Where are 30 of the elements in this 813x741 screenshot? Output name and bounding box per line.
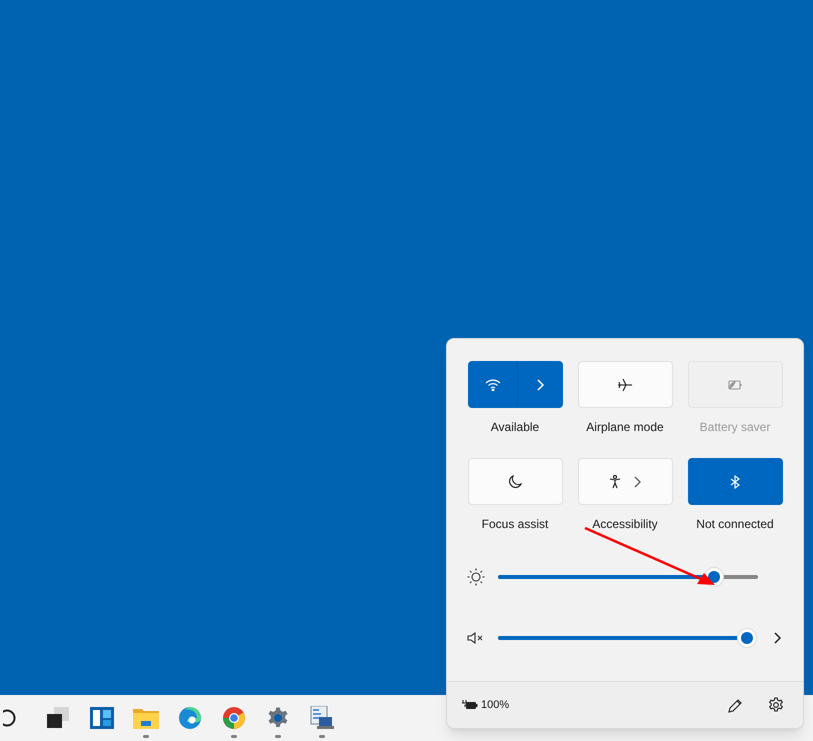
battery-icon (727, 380, 743, 390)
toggle-button[interactable] (688, 458, 782, 505)
pencil-icon (728, 698, 742, 712)
folder-icon (133, 707, 159, 729)
widgets-icon (90, 707, 114, 729)
task-view-icon (46, 707, 70, 729)
battery-percentage: 100% (481, 698, 510, 713)
search-icon (3, 708, 17, 728)
accessibility-icon (609, 474, 621, 488)
chevron-right-icon (773, 632, 782, 644)
tile-label: Accessibility (592, 516, 658, 533)
edge-browser-icon (178, 706, 202, 730)
chevron-right-icon (536, 378, 544, 390)
moon-icon (508, 474, 522, 488)
tile-label: Focus assist (482, 516, 548, 533)
settings-app-icon (266, 706, 290, 730)
chevron-right-icon (633, 476, 641, 488)
tile-label: Airplane mode (586, 419, 664, 436)
chrome-browser-icon (222, 706, 246, 730)
tile-label: Battery saver (700, 419, 770, 436)
slider-thumb[interactable] (737, 628, 758, 648)
airplane-icon (617, 378, 633, 392)
wifi-icon (484, 378, 500, 390)
battery-charging-icon (462, 699, 478, 711)
bluetooth-icon (730, 474, 740, 488)
settings-icon (768, 697, 784, 713)
brightness-icon (467, 568, 485, 586)
laptop-app-icon (310, 706, 334, 730)
tile-label: Available (490, 419, 540, 436)
tile-label: Not connected (696, 516, 774, 533)
